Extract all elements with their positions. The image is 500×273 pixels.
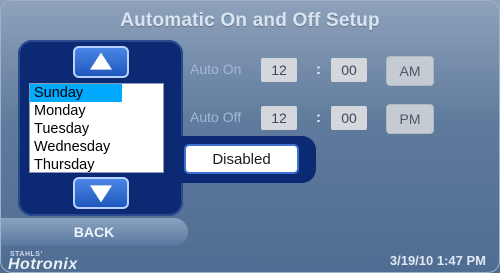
datetime-display: 3/19/10 1:47 PM (389, 253, 486, 268)
auto-off-ampm-button[interactable]: PM (386, 104, 434, 134)
disabled-toggle-button[interactable]: Disabled (184, 144, 299, 174)
scroll-down-button[interactable] (73, 177, 129, 209)
auto-off-colon: : (316, 109, 321, 126)
list-item[interactable]: Sunday (30, 84, 122, 102)
list-item[interactable]: Thursday (30, 156, 163, 172)
auto-off-minute[interactable]: 00 (331, 106, 367, 130)
day-list[interactable]: Sunday Monday Tuesday Wednesday Thursday (29, 83, 164, 173)
screen: Automatic On and Off Setup Sunday Monday… (0, 0, 500, 273)
auto-on-colon: : (316, 61, 321, 78)
auto-on-minute[interactable]: 00 (331, 58, 367, 82)
status-panel: Disabled (176, 136, 316, 183)
down-arrow-icon (90, 185, 112, 203)
auto-off-label: Auto Off (190, 109, 242, 125)
scroll-up-button[interactable] (73, 46, 129, 78)
list-item[interactable]: Tuesday (30, 120, 163, 138)
auto-on-hour[interactable]: 12 (261, 58, 297, 82)
back-button[interactable]: BACK (0, 218, 188, 246)
auto-on-label: Auto On (190, 61, 242, 77)
brand-logo: Hotronix (8, 256, 78, 273)
list-item[interactable]: Monday (30, 102, 163, 120)
page-title: Automatic On and Off Setup (120, 10, 380, 31)
auto-off-hour[interactable]: 12 (261, 106, 297, 130)
auto-on-ampm-button[interactable]: AM (386, 56, 434, 86)
list-item[interactable]: Wednesday (30, 138, 163, 156)
day-picker-panel: Sunday Monday Tuesday Wednesday Thursday (18, 40, 183, 216)
up-arrow-icon (90, 52, 112, 70)
